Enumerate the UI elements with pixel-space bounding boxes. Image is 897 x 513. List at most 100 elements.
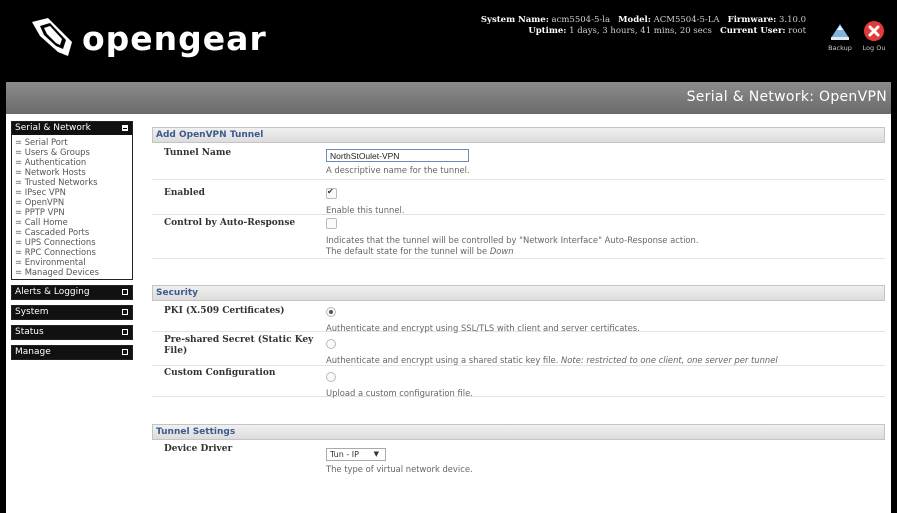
tunnel-name-hint: A descriptive name for the tunnel.: [326, 165, 470, 175]
sidebar-item-pptp-vpn[interactable]: PPTP VPN: [15, 207, 130, 217]
sidebar-item-openvpn[interactable]: OpenVPN: [15, 197, 130, 207]
enabled-label: Enabled: [164, 188, 205, 198]
sidebar-item-ups-connections[interactable]: UPS Connections: [15, 237, 130, 247]
logout-label: Log Ou: [862, 44, 886, 52]
current-user-label: Current User:: [719, 26, 786, 36]
logout-button[interactable]: Log Ou: [860, 20, 888, 52]
expand-icon[interactable]: [122, 309, 128, 315]
nav-group-header-system[interactable]: System: [12, 306, 132, 319]
device-driver-row: Device Driver Tun - IP ▼ The type of vir…: [152, 440, 885, 480]
sidebar-item-serial-port[interactable]: Serial Port: [15, 137, 130, 147]
nav-group-header-serial-network[interactable]: Serial & Network: [12, 122, 132, 135]
sidebar-item-trusted-networks[interactable]: Trusted Networks: [15, 177, 130, 187]
main-content: Add OpenVPN Tunnel Tunnel Name A descrip…: [152, 127, 885, 480]
section-security-title: Security: [152, 285, 885, 301]
nav-group-header-manage[interactable]: Manage: [12, 346, 132, 359]
psk-note: Note: restricted to one client, one serv…: [561, 355, 778, 365]
auto-response-checkbox[interactable]: [326, 218, 337, 229]
auto-response-label: Control by Auto-Response: [164, 218, 296, 228]
model-label: Model:: [618, 15, 651, 25]
expand-icon[interactable]: [122, 349, 128, 355]
pki-radio[interactable]: [326, 307, 336, 317]
brand-name: opengear: [82, 18, 267, 58]
backup-button[interactable]: Backup: [826, 20, 854, 52]
nav-group-alerts-logging: Alerts & Logging: [11, 285, 133, 300]
expand-icon[interactable]: [122, 329, 128, 335]
expand-icon[interactable]: [122, 289, 128, 295]
tunnel-name-input[interactable]: [326, 149, 469, 162]
psk-label: Pre-shared Secret (Static Key File): [164, 335, 314, 356]
opengear-logo-icon: [32, 18, 72, 56]
section-tunnel-settings-title: Tunnel Settings: [152, 424, 885, 440]
enabled-hint: Enable this tunnel.: [326, 205, 405, 215]
sidebar-item-network-hosts[interactable]: Network Hosts: [15, 167, 130, 177]
nav-group-serial-network: Serial & Network Serial Port Users & Gro…: [11, 121, 133, 280]
pki-label: PKI (X.509 Certificates): [164, 306, 285, 316]
nav-group-title: Status: [15, 327, 44, 337]
sidebar-item-managed-devices[interactable]: Managed Devices: [15, 267, 130, 277]
system-name-value: acm5504-5-la: [551, 15, 611, 25]
page-title-bar: Serial & Network: OpenVPN: [6, 82, 891, 114]
auto-response-field: Indicates that the tunnel will be contro…: [326, 218, 699, 257]
tunnel-name-field: A descriptive name for the tunnel.: [326, 149, 470, 176]
page-title: Serial & Network: OpenVPN: [686, 89, 887, 105]
sidebar-item-authentication[interactable]: Authentication: [15, 157, 130, 167]
nav-group-title: System: [15, 307, 49, 317]
sidebar-item-environmental[interactable]: Environmental: [15, 257, 130, 267]
current-user-value: root: [788, 26, 806, 36]
nav-group-system: System: [11, 305, 133, 320]
pki-row: PKI (X.509 Certificates) Authenticate an…: [152, 301, 885, 334]
enabled-checkbox[interactable]: [326, 187, 337, 199]
backup-icon: [831, 24, 849, 40]
nav-group-status: Status: [11, 325, 133, 340]
firmware-value: 3.10.0: [778, 15, 806, 25]
dropdown-arrow-icon: ▼: [373, 450, 379, 458]
section-add-tunnel-title: Add OpenVPN Tunnel: [152, 127, 885, 143]
custom-config-label: Custom Configuration: [164, 368, 276, 378]
psk-field: Authenticate and encrypt using a shared …: [326, 339, 778, 366]
nav-list: Serial Port Users & Groups Authenticatio…: [12, 135, 132, 279]
model-value: ACM5504-5-LA: [653, 15, 720, 25]
device-driver-field: Tun - IP ▼ The type of virtual network d…: [326, 448, 473, 475]
tunnel-name-row: Tunnel Name A descriptive name for the t…: [152, 143, 885, 180]
app-window: opengear System Name: acm5504-5-la Model…: [6, 0, 891, 513]
system-info: System Name: acm5504-5-la Model: ACM5504…: [420, 15, 806, 37]
system-name-label: System Name:: [480, 15, 549, 25]
auto-response-default-state: Down: [489, 246, 514, 256]
brand-logo[interactable]: opengear: [28, 16, 267, 60]
nav-group-title: Serial & Network: [15, 123, 91, 133]
sidebar-item-users-groups[interactable]: Users & Groups: [15, 147, 130, 157]
psk-radio[interactable]: [326, 339, 336, 349]
nav-group-title: Alerts & Logging: [15, 287, 90, 297]
auto-response-hint-line1: Indicates that the tunnel will be contro…: [326, 235, 699, 245]
sidebar-item-cascaded-ports[interactable]: Cascaded Ports: [15, 227, 130, 237]
nav-group-title: Manage: [15, 347, 51, 357]
device-driver-hint: The type of virtual network device.: [326, 464, 473, 474]
custom-config-radio[interactable]: [326, 372, 336, 382]
device-driver-select[interactable]: Tun - IP ▼: [326, 448, 386, 461]
sidebar-item-ipsec-vpn[interactable]: IPsec VPN: [15, 187, 130, 197]
nav-group-header-alerts-logging[interactable]: Alerts & Logging: [12, 286, 132, 299]
nav-group-header-status[interactable]: Status: [12, 326, 132, 339]
collapse-icon[interactable]: [122, 125, 128, 131]
nav-group-manage: Manage: [11, 345, 133, 360]
psk-hint: Authenticate and encrypt using a shared …: [326, 355, 562, 365]
device-driver-label: Device Driver: [164, 444, 233, 454]
sidebar-item-rpc-connections[interactable]: RPC Connections: [15, 247, 130, 257]
auto-response-row: Control by Auto-Response Indicates that …: [152, 215, 885, 259]
sidebar: Serial & Network Serial Port Users & Gro…: [11, 121, 133, 365]
auto-response-hint-line2: The default state for the tunnel will be: [326, 246, 490, 256]
pki-field: Authenticate and encrypt using SSL/TLS w…: [326, 307, 640, 334]
custom-config-field: Upload a custom configuration file.: [326, 372, 473, 399]
enabled-row: Enabled Enable this tunnel.: [152, 180, 885, 215]
sidebar-item-call-home[interactable]: Call Home: [15, 217, 130, 227]
tunnel-name-label: Tunnel Name: [164, 148, 232, 158]
backup-label: Backup: [828, 44, 852, 52]
enabled-field: Enable this tunnel.: [326, 187, 405, 216]
uptime-value: 1 days, 3 hours, 41 mins, 20 secs: [569, 26, 712, 36]
device-driver-value: Tun - IP: [330, 450, 359, 459]
psk-row: Pre-shared Secret (Static Key File) Auth…: [152, 332, 885, 366]
header: opengear System Name: acm5504-5-la Model…: [6, 0, 891, 82]
